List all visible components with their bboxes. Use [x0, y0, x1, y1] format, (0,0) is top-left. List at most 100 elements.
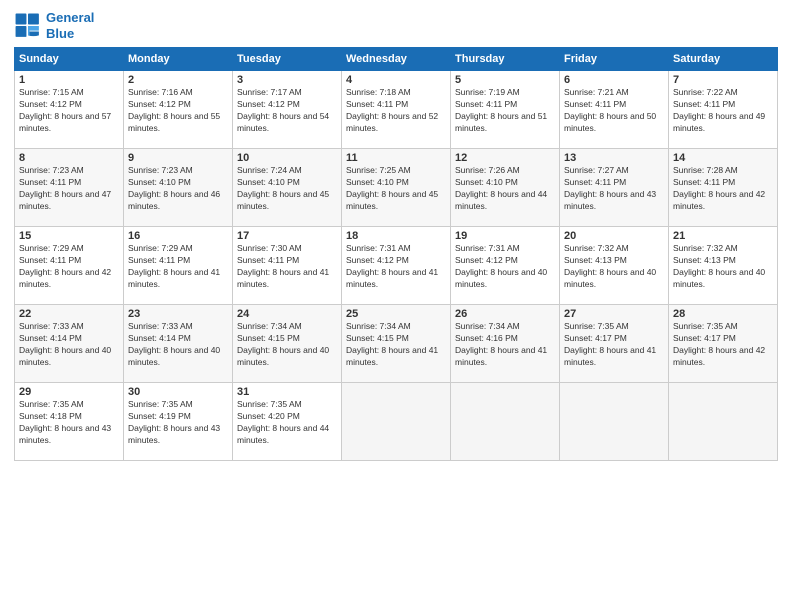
day-number: 28 — [673, 308, 773, 320]
daylight-label: Daylight: 8 hours and 43 minutes. — [564, 189, 656, 211]
sunrise-label: Sunrise: 7:35 AM — [19, 399, 84, 409]
day-number: 27 — [564, 308, 664, 320]
sunrise-label: Sunrise: 7:23 AM — [19, 165, 84, 175]
calendar-day-cell: 21 Sunrise: 7:32 AM Sunset: 4:13 PM Dayl… — [669, 227, 778, 305]
day-info: Sunrise: 7:22 AM Sunset: 4:11 PM Dayligh… — [673, 87, 773, 135]
sunrise-label: Sunrise: 7:17 AM — [237, 87, 302, 97]
daylight-label: Daylight: 8 hours and 43 minutes. — [128, 423, 220, 445]
calendar-day-cell: 23 Sunrise: 7:33 AM Sunset: 4:14 PM Dayl… — [124, 305, 233, 383]
day-number: 13 — [564, 152, 664, 164]
day-number: 3 — [237, 74, 337, 86]
daylight-label: Daylight: 8 hours and 43 minutes. — [19, 423, 111, 445]
calendar-day-cell: 27 Sunrise: 7:35 AM Sunset: 4:17 PM Dayl… — [560, 305, 669, 383]
calendar-header-row: SundayMondayTuesdayWednesdayThursdayFrid… — [15, 48, 778, 71]
sunset-label: Sunset: 4:10 PM — [346, 177, 409, 187]
sunrise-label: Sunrise: 7:35 AM — [564, 321, 629, 331]
daylight-label: Daylight: 8 hours and 50 minutes. — [564, 111, 656, 133]
logo: General Blue — [14, 10, 94, 41]
calendar-day-cell: 7 Sunrise: 7:22 AM Sunset: 4:11 PM Dayli… — [669, 71, 778, 149]
day-number: 15 — [19, 230, 119, 242]
calendar-week-row: 1 Sunrise: 7:15 AM Sunset: 4:12 PM Dayli… — [15, 71, 778, 149]
day-info: Sunrise: 7:29 AM Sunset: 4:11 PM Dayligh… — [128, 243, 228, 291]
calendar-day-cell: 17 Sunrise: 7:30 AM Sunset: 4:11 PM Dayl… — [233, 227, 342, 305]
daylight-label: Daylight: 8 hours and 40 minutes. — [673, 267, 765, 289]
daylight-label: Daylight: 8 hours and 40 minutes. — [455, 267, 547, 289]
sunset-label: Sunset: 4:17 PM — [673, 333, 736, 343]
calendar-day-cell: 14 Sunrise: 7:28 AM Sunset: 4:11 PM Dayl… — [669, 149, 778, 227]
day-number: 17 — [237, 230, 337, 242]
daylight-label: Daylight: 8 hours and 41 minutes. — [237, 267, 329, 289]
calendar-week-row: 15 Sunrise: 7:29 AM Sunset: 4:11 PM Dayl… — [15, 227, 778, 305]
sunrise-label: Sunrise: 7:29 AM — [19, 243, 84, 253]
day-number: 11 — [346, 152, 446, 164]
sunset-label: Sunset: 4:15 PM — [237, 333, 300, 343]
sunrise-label: Sunrise: 7:26 AM — [455, 165, 520, 175]
sunrise-label: Sunrise: 7:21 AM — [564, 87, 629, 97]
day-info: Sunrise: 7:17 AM Sunset: 4:12 PM Dayligh… — [237, 87, 337, 135]
day-number: 6 — [564, 74, 664, 86]
sunset-label: Sunset: 4:11 PM — [346, 99, 408, 109]
header: General Blue — [14, 10, 778, 41]
sunrise-label: Sunrise: 7:32 AM — [564, 243, 629, 253]
day-of-week-header: Sunday — [15, 48, 124, 71]
sunset-label: Sunset: 4:19 PM — [128, 411, 191, 421]
sunrise-label: Sunrise: 7:33 AM — [19, 321, 84, 331]
sunset-label: Sunset: 4:11 PM — [455, 99, 517, 109]
sunrise-label: Sunrise: 7:35 AM — [128, 399, 193, 409]
sunset-label: Sunset: 4:13 PM — [673, 255, 736, 265]
sunrise-label: Sunrise: 7:19 AM — [455, 87, 520, 97]
sunrise-label: Sunrise: 7:30 AM — [237, 243, 302, 253]
day-info: Sunrise: 7:35 AM Sunset: 4:18 PM Dayligh… — [19, 399, 119, 447]
calendar-day-cell: 8 Sunrise: 7:23 AM Sunset: 4:11 PM Dayli… — [15, 149, 124, 227]
sunrise-label: Sunrise: 7:34 AM — [346, 321, 411, 331]
daylight-label: Daylight: 8 hours and 42 minutes. — [673, 189, 765, 211]
calendar-body: 1 Sunrise: 7:15 AM Sunset: 4:12 PM Dayli… — [15, 71, 778, 461]
day-number: 29 — [19, 386, 119, 398]
daylight-label: Daylight: 8 hours and 41 minutes. — [128, 267, 220, 289]
day-info: Sunrise: 7:32 AM Sunset: 4:13 PM Dayligh… — [673, 243, 773, 291]
day-info: Sunrise: 7:31 AM Sunset: 4:12 PM Dayligh… — [455, 243, 555, 291]
day-number: 23 — [128, 308, 228, 320]
sunset-label: Sunset: 4:15 PM — [346, 333, 409, 343]
daylight-label: Daylight: 8 hours and 40 minutes. — [237, 345, 329, 367]
daylight-label: Daylight: 8 hours and 42 minutes. — [19, 267, 111, 289]
sunset-label: Sunset: 4:11 PM — [128, 255, 190, 265]
day-info: Sunrise: 7:35 AM Sunset: 4:17 PM Dayligh… — [673, 321, 773, 369]
sunset-label: Sunset: 4:11 PM — [564, 99, 626, 109]
day-number: 31 — [237, 386, 337, 398]
calendar-day-cell: 4 Sunrise: 7:18 AM Sunset: 4:11 PM Dayli… — [342, 71, 451, 149]
sunrise-label: Sunrise: 7:31 AM — [455, 243, 520, 253]
daylight-label: Daylight: 8 hours and 41 minutes. — [564, 345, 656, 367]
sunset-label: Sunset: 4:10 PM — [237, 177, 300, 187]
day-number: 19 — [455, 230, 555, 242]
daylight-label: Daylight: 8 hours and 45 minutes. — [237, 189, 329, 211]
calendar-week-row: 22 Sunrise: 7:33 AM Sunset: 4:14 PM Dayl… — [15, 305, 778, 383]
calendar-day-cell: 15 Sunrise: 7:29 AM Sunset: 4:11 PM Dayl… — [15, 227, 124, 305]
sunset-label: Sunset: 4:11 PM — [19, 255, 81, 265]
day-number: 9 — [128, 152, 228, 164]
daylight-label: Daylight: 8 hours and 46 minutes. — [128, 189, 220, 211]
day-of-week-header: Wednesday — [342, 48, 451, 71]
day-info: Sunrise: 7:33 AM Sunset: 4:14 PM Dayligh… — [128, 321, 228, 369]
sunrise-label: Sunrise: 7:29 AM — [128, 243, 193, 253]
daylight-label: Daylight: 8 hours and 49 minutes. — [673, 111, 765, 133]
day-info: Sunrise: 7:29 AM Sunset: 4:11 PM Dayligh… — [19, 243, 119, 291]
sunset-label: Sunset: 4:11 PM — [237, 255, 299, 265]
sunrise-label: Sunrise: 7:15 AM — [19, 87, 84, 97]
sunrise-label: Sunrise: 7:22 AM — [673, 87, 738, 97]
daylight-label: Daylight: 8 hours and 40 minutes. — [128, 345, 220, 367]
day-info: Sunrise: 7:18 AM Sunset: 4:11 PM Dayligh… — [346, 87, 446, 135]
logo-text: General Blue — [46, 10, 94, 41]
daylight-label: Daylight: 8 hours and 44 minutes. — [455, 189, 547, 211]
day-info: Sunrise: 7:32 AM Sunset: 4:13 PM Dayligh… — [564, 243, 664, 291]
sunrise-label: Sunrise: 7:34 AM — [237, 321, 302, 331]
daylight-label: Daylight: 8 hours and 52 minutes. — [346, 111, 438, 133]
sunset-label: Sunset: 4:10 PM — [128, 177, 191, 187]
calendar-day-cell: 16 Sunrise: 7:29 AM Sunset: 4:11 PM Dayl… — [124, 227, 233, 305]
sunrise-label: Sunrise: 7:35 AM — [237, 399, 302, 409]
daylight-label: Daylight: 8 hours and 41 minutes. — [346, 267, 438, 289]
calendar-day-cell: 5 Sunrise: 7:19 AM Sunset: 4:11 PM Dayli… — [451, 71, 560, 149]
day-number: 14 — [673, 152, 773, 164]
day-info: Sunrise: 7:31 AM Sunset: 4:12 PM Dayligh… — [346, 243, 446, 291]
calendar-day-cell: 18 Sunrise: 7:31 AM Sunset: 4:12 PM Dayl… — [342, 227, 451, 305]
